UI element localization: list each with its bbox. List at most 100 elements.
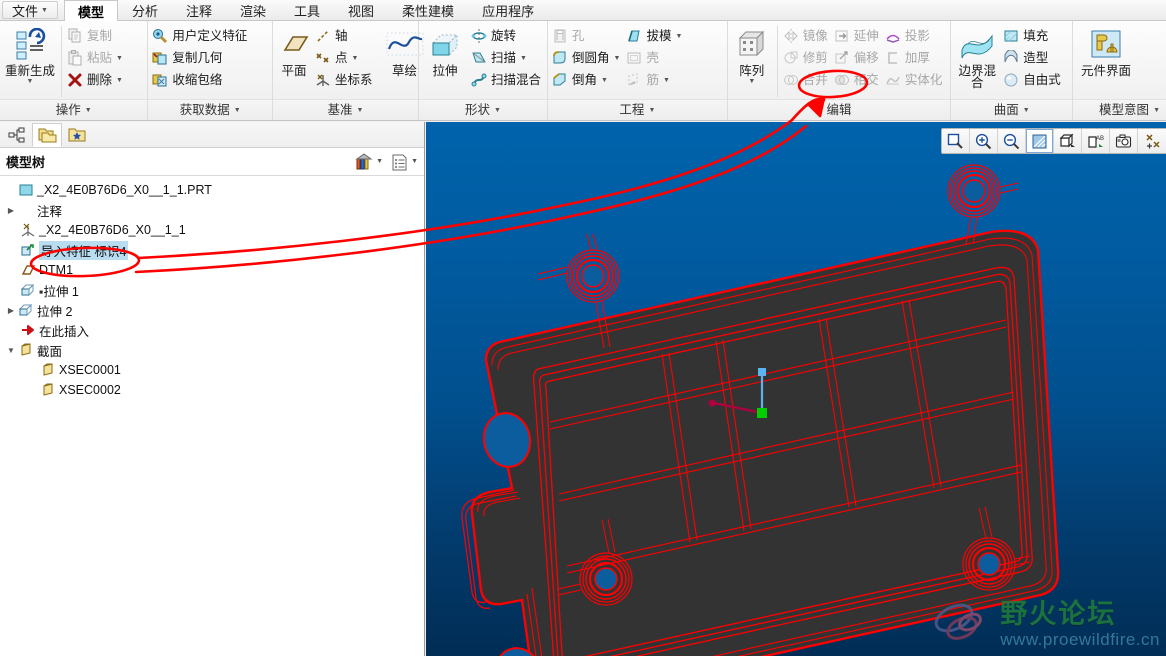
- round-button[interactable]: 倒圆角 ▼: [550, 47, 624, 69]
- hole-button[interactable]: 孔: [550, 25, 624, 47]
- model-tree-tab[interactable]: [2, 123, 32, 147]
- tab-applications[interactable]: 应用程序: [468, 0, 548, 20]
- thicken-button[interactable]: 加厚: [883, 47, 947, 69]
- tab-annotate[interactable]: 注释: [172, 0, 226, 20]
- chevron-down-icon[interactable]: ▼: [663, 77, 670, 84]
- revolve-button[interactable]: 旋转: [469, 25, 545, 47]
- zoom-out-button[interactable]: [998, 129, 1026, 153]
- copy-geometry-label: 复制几何: [172, 50, 223, 65]
- group-label-datum[interactable]: 基准 ▼: [273, 99, 418, 120]
- folder-browser-tab[interactable]: [32, 123, 62, 147]
- style-button[interactable]: 造型: [1001, 47, 1065, 69]
- file-menu-button[interactable]: 文件 ▼: [2, 1, 58, 19]
- group-label-shapes[interactable]: 形状 ▼: [419, 99, 548, 120]
- regenerate-button[interactable]: 重新生成 ▼: [2, 24, 58, 85]
- annotation-display-button[interactable]: AB: [1082, 129, 1110, 153]
- zoom-in-button[interactable]: [970, 129, 998, 153]
- repaint-button[interactable]: [1026, 129, 1054, 153]
- tree-node-extrude-1[interactable]: ▪拉伸 1: [2, 280, 424, 300]
- extrude-button[interactable]: 拉伸: [421, 24, 469, 78]
- delete-button[interactable]: 删除 ▼: [65, 69, 127, 91]
- tab-view[interactable]: 视图: [334, 0, 388, 20]
- component-interface-button[interactable]: 元件界面: [1075, 24, 1137, 77]
- revolve-label: 旋转: [491, 28, 517, 43]
- pattern-button[interactable]: 阵列 ▼: [730, 24, 774, 85]
- project-button[interactable]: 投影: [883, 25, 947, 47]
- copy-button[interactable]: 复制: [65, 25, 127, 47]
- freestyle-button[interactable]: 自由式: [1001, 69, 1065, 91]
- zoom-fit-button[interactable]: [942, 129, 970, 153]
- group-label-surfaces[interactable]: 曲面 ▼: [951, 99, 1073, 120]
- group-label-text: 工程: [619, 102, 645, 117]
- paste-button[interactable]: 粘贴 ▼: [65, 47, 127, 69]
- favorites-tab[interactable]: [62, 123, 92, 147]
- tree-node-dtm1[interactable]: DTM1: [2, 260, 424, 280]
- rib-button[interactable]: 筋 ▼: [624, 69, 686, 91]
- copy-geometry-button[interactable]: 复制几何: [150, 47, 251, 69]
- tree-node-extrude-2[interactable]: ▶ 拉伸 2: [2, 300, 424, 320]
- chevron-down-icon[interactable]: ▼: [675, 33, 682, 40]
- tree-node-xsec0002[interactable]: XSEC0002: [2, 380, 424, 400]
- swept-blend-button[interactable]: 扫描混合: [469, 69, 545, 91]
- draft-button[interactable]: 拔模 ▼: [624, 25, 686, 47]
- mirror-button[interactable]: 镜像: [781, 25, 832, 47]
- tree-filters-button[interactable]: ▼: [355, 152, 383, 171]
- fill-button[interactable]: 填充: [1001, 25, 1065, 47]
- graphics-viewport[interactable]: AB 野火论坛 www.proewildfire.cn: [426, 122, 1166, 656]
- datum-display-button[interactable]: [1138, 129, 1166, 153]
- tab-flexible-modeling[interactable]: 柔性建模: [388, 0, 468, 20]
- datum-axis-button[interactable]: 轴: [313, 25, 377, 47]
- tab-label: 模型: [77, 4, 104, 20]
- tree-settings-button[interactable]: ▼: [391, 153, 418, 171]
- chevron-down-icon[interactable]: ▼: [601, 77, 608, 84]
- chevron-down-icon[interactable]: ▼: [411, 158, 418, 165]
- coordinate-system-button[interactable]: 坐标系: [313, 69, 377, 91]
- tab-render[interactable]: 渲染: [226, 0, 280, 20]
- datum-plane-button[interactable]: 平面: [275, 24, 313, 78]
- offset-button[interactable]: 偏移: [832, 47, 883, 69]
- chamfer-button[interactable]: 倒角 ▼: [550, 69, 624, 91]
- tab-model[interactable]: 模型: [63, 0, 118, 21]
- datum-point-button[interactable]: 点 ▼: [313, 47, 377, 69]
- tree-node-xsec0001[interactable]: XSEC0001: [2, 360, 424, 380]
- group-label-editing[interactable]: 编辑: [727, 99, 951, 120]
- tree-node-insert-here[interactable]: 在此插入: [2, 320, 424, 340]
- merge-button[interactable]: 合并: [781, 69, 832, 91]
- chevron-down-icon[interactable]: ▼: [376, 158, 383, 165]
- chevron-down-icon[interactable]: ▼: [614, 55, 621, 62]
- extrude-small-icon: [20, 282, 36, 298]
- expander-collapsed-icon[interactable]: ▶: [4, 206, 18, 215]
- intersect-button[interactable]: 相交: [832, 69, 883, 91]
- part-icon: [18, 182, 34, 198]
- tab-analysis[interactable]: 分析: [118, 0, 172, 20]
- group-label-operations[interactable]: 操作 ▼: [0, 99, 148, 120]
- chevron-down-icon[interactable]: ▼: [116, 55, 123, 62]
- shrinkwrap-button[interactable]: 收缩包络: [150, 69, 251, 91]
- udf-button[interactable]: 用户定义特征: [150, 25, 251, 47]
- expander-expanded-icon[interactable]: ▼: [4, 346, 18, 355]
- display-style-button[interactable]: [1054, 129, 1082, 153]
- group-label-text: 操作: [55, 102, 81, 117]
- chevron-down-icon[interactable]: ▼: [352, 55, 359, 62]
- tree-node-part[interactable]: _X2_4E0B76D6_X0__1_1.PRT: [2, 180, 424, 200]
- shell-button[interactable]: 壳: [624, 47, 686, 69]
- solidify-button[interactable]: 实体化: [883, 69, 947, 91]
- chevron-down-icon[interactable]: ▼: [520, 55, 527, 62]
- model-tree: _X2_4E0B76D6_X0__1_1.PRT ▶ 注释 _X2_4E0B76…: [0, 176, 424, 400]
- boundary-blend-button[interactable]: 边界混合: [953, 24, 1001, 89]
- tree-node-xsections[interactable]: ▼ 截面: [2, 340, 424, 360]
- expander-collapsed-icon[interactable]: ▶: [4, 306, 18, 315]
- group-label-model-intent[interactable]: 模型意图 ▼: [1073, 99, 1166, 120]
- group-label-get-data[interactable]: 获取数据 ▼: [148, 99, 272, 120]
- tree-node-import-feature[interactable]: 导入特征 标识4: [2, 240, 424, 260]
- sweep-button[interactable]: 扫描 ▼: [469, 47, 545, 69]
- tab-tools[interactable]: 工具: [280, 0, 334, 20]
- chevron-down-icon: ▼: [356, 106, 364, 114]
- tree-node-annotations[interactable]: ▶ 注释: [2, 200, 424, 220]
- chevron-down-icon[interactable]: ▼: [116, 77, 123, 84]
- saved-view-button[interactable]: [1110, 129, 1138, 153]
- extend-button[interactable]: 延伸: [832, 25, 883, 47]
- trim-button[interactable]: 修剪: [781, 47, 832, 69]
- group-label-engineering[interactable]: 工程 ▼: [548, 99, 727, 120]
- tree-node-csys[interactable]: _X2_4E0B76D6_X0__1_1: [2, 220, 424, 240]
